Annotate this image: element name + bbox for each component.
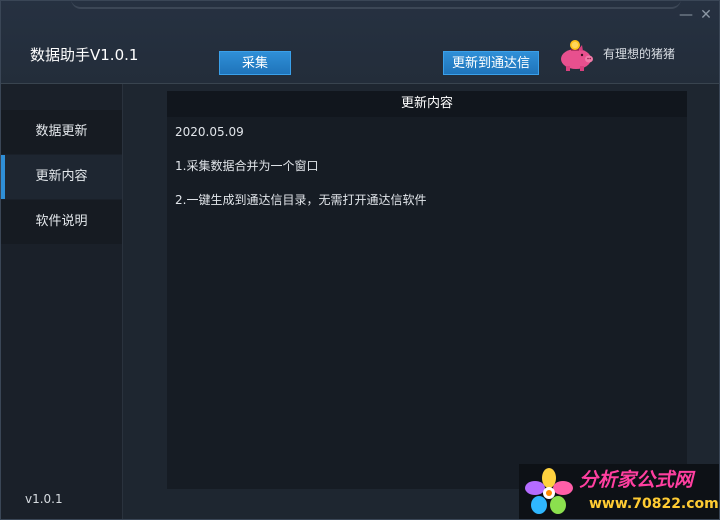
username[interactable]: 有理想的猪猪 <box>603 46 675 62</box>
content-line: 1.采集数据合并为一个窗口 <box>175 159 319 173</box>
collect-button[interactable]: 采集 <box>219 51 291 75</box>
title-bar-decoration <box>71 1 681 9</box>
content-header: 更新内容 <box>167 91 687 117</box>
sidebar-item-data-update[interactable]: 数据更新 <box>1 110 122 154</box>
flower-logo-icon <box>525 468 573 514</box>
content-line: 2.一键生成到通达信目录，无需打开通达信软件 <box>175 193 427 207</box>
sidebar-item-update-content[interactable]: 更新内容 <box>1 155 122 199</box>
watermark: 分析家公式网 www.70822.com <box>519 464 719 519</box>
version-label: v1.0.1 <box>25 492 63 506</box>
close-icon[interactable]: ✕ <box>698 7 714 23</box>
watermark-url: www.70822.com <box>589 496 719 512</box>
app-window: 数据助手V1.0.1 采集 更新到通达信 — ✕ 有理想的猪猪 数据更新 更新内… <box>0 0 720 520</box>
piggy-bank-icon[interactable] <box>556 38 596 72</box>
watermark-text: 分析家公式网 <box>579 469 694 491</box>
sidebar-item-software-info[interactable]: 软件说明 <box>1 200 122 244</box>
content-panel: 更新内容 2020.05.09 1.采集数据合并为一个窗口 2.一键生成到通达信… <box>167 91 687 489</box>
title-bar: 数据助手V1.0.1 采集 更新到通达信 — ✕ 有理想的猪猪 <box>1 1 719 84</box>
update-to-tdx-button[interactable]: 更新到通达信 <box>443 51 539 75</box>
sidebar: 数据更新 更新内容 软件说明 <box>1 84 123 519</box>
minimize-icon[interactable]: — <box>678 7 694 23</box>
app-title: 数据助手V1.0.1 <box>30 46 139 64</box>
content-date: 2020.05.09 <box>175 125 244 139</box>
